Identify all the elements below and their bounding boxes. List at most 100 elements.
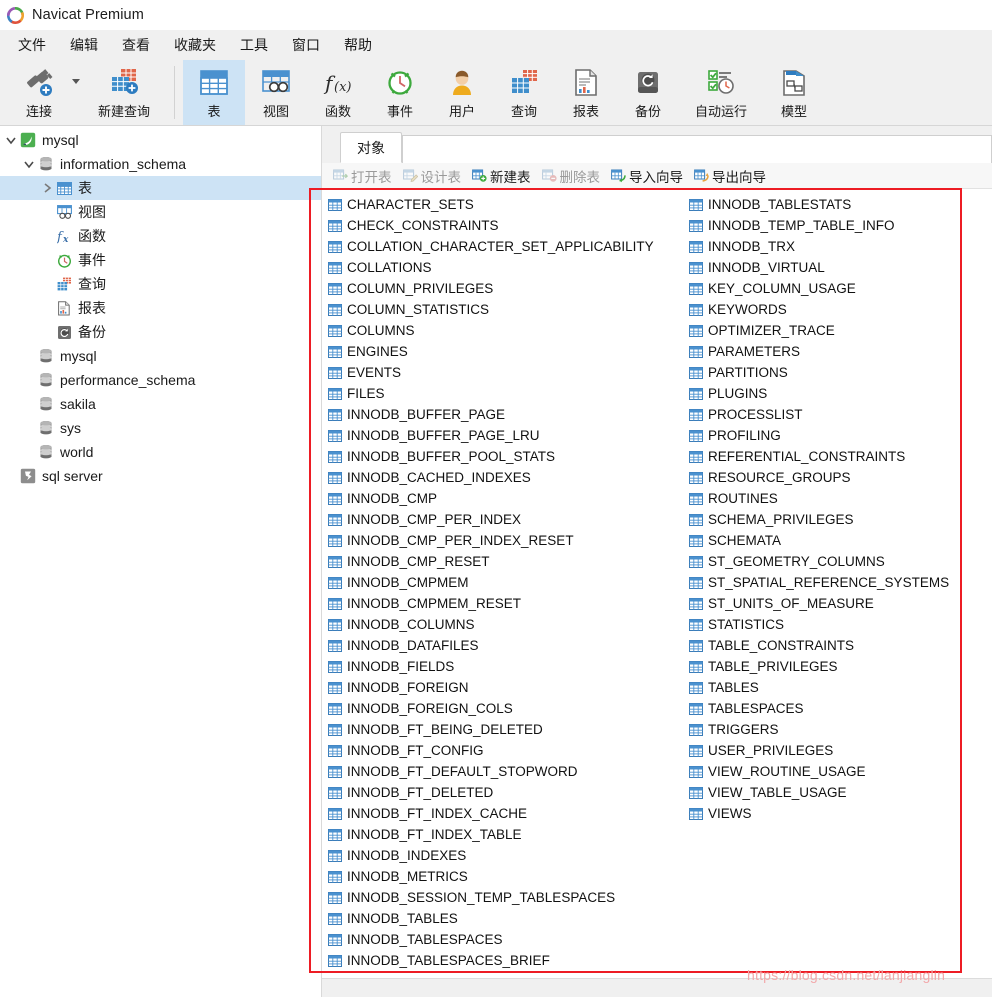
ribbon-button-connection[interactable]: 连接: [8, 60, 70, 125]
table-list-item[interactable]: INNODB_COLUMNS: [328, 614, 689, 635]
table-list-item[interactable]: RESOURCE_GROUPS: [689, 467, 989, 488]
table-list-item[interactable]: INNODB_FT_INDEX_CACHE: [328, 803, 689, 824]
menu-tools[interactable]: 工具: [228, 32, 280, 58]
menu-file[interactable]: 文件: [6, 32, 58, 58]
object-toolbar-new-table[interactable]: 新建表: [469, 165, 536, 187]
table-list-item[interactable]: COLLATIONS: [328, 257, 689, 278]
table-list-item[interactable]: INNODB_METRICS: [328, 866, 689, 887]
table-list-area[interactable]: CHARACTER_SETS CHECK_CONSTRAINTS COLLATION…: [322, 189, 992, 997]
ribbon-button-query[interactable]: 查询: [493, 60, 555, 125]
table-list-item[interactable]: STATISTICS: [689, 614, 989, 635]
table-list-item[interactable]: ST_UNITS_OF_MEASURE: [689, 593, 989, 614]
tree-node-表[interactable]: 表: [0, 176, 321, 200]
table-list-item[interactable]: INNODB_TABLESTATS: [689, 194, 989, 215]
table-list-item[interactable]: INNODB_CMP_PER_INDEX: [328, 509, 689, 530]
table-list-item[interactable]: CHARACTER_SETS: [328, 194, 689, 215]
menu-edit[interactable]: 编辑: [58, 32, 110, 58]
table-list-item[interactable]: COLUMNS: [328, 320, 689, 341]
table-list-item[interactable]: INNODB_FT_DELETED: [328, 782, 689, 803]
table-list-item[interactable]: INNODB_BUFFER_PAGE: [328, 404, 689, 425]
table-list-item[interactable]: VIEW_TABLE_USAGE: [689, 782, 989, 803]
table-list-item[interactable]: COLUMN_PRIVILEGES: [328, 278, 689, 299]
table-list-item[interactable]: REFERENTIAL_CONSTRAINTS: [689, 446, 989, 467]
table-list-item[interactable]: INNODB_TRX: [689, 236, 989, 257]
table-list-item[interactable]: INNODB_CACHED_INDEXES: [328, 467, 689, 488]
table-list-item[interactable]: EVENTS: [328, 362, 689, 383]
table-list-item[interactable]: TABLE_PRIVILEGES: [689, 656, 989, 677]
table-list-item[interactable]: PROFILING: [689, 425, 989, 446]
tree-node-sql-server[interactable]: sql server: [0, 464, 321, 488]
table-list-item[interactable]: INNODB_FT_CONFIG: [328, 740, 689, 761]
tree-node-函数[interactable]: f x 函数: [0, 224, 321, 248]
ribbon-button-view[interactable]: 视图: [245, 60, 307, 125]
menu-favorites[interactable]: 收藏夹: [162, 32, 228, 58]
table-list-item[interactable]: INNODB_TABLESPACES: [328, 929, 689, 950]
table-list-item[interactable]: TRIGGERS: [689, 719, 989, 740]
tree-node-视图[interactable]: 视图: [0, 200, 321, 224]
table-list-item[interactable]: INNODB_FT_BEING_DELETED: [328, 719, 689, 740]
tree-node-查询[interactable]: 查询: [0, 272, 321, 296]
table-list-item[interactable]: INNODB_FT_INDEX_TABLE: [328, 824, 689, 845]
table-list-item[interactable]: INNODB_VIRTUAL: [689, 257, 989, 278]
table-list-item[interactable]: SCHEMA_PRIVILEGES: [689, 509, 989, 530]
table-list-item[interactable]: INNODB_BUFFER_PAGE_LRU: [328, 425, 689, 446]
ribbon-button-new-query[interactable]: 新建查询: [82, 60, 166, 125]
object-toolbar-import-wizard[interactable]: 导入向导: [608, 165, 688, 187]
tree-node-sys[interactable]: sys: [0, 416, 321, 440]
tree-node-mysql[interactable]: mysql: [0, 344, 321, 368]
menu-window[interactable]: 窗口: [280, 32, 332, 58]
table-list-item[interactable]: INNODB_TABLESPACES_BRIEF: [328, 950, 689, 971]
table-list-item[interactable]: INNODB_DATAFILES: [328, 635, 689, 656]
table-list-item[interactable]: INNODB_INDEXES: [328, 845, 689, 866]
table-list-item[interactable]: COLLATION_CHARACTER_SET_APPLICABILITY: [328, 236, 689, 257]
ribbon-button-event[interactable]: 事件: [369, 60, 431, 125]
tree-node-performance_schema[interactable]: performance_schema: [0, 368, 321, 392]
connection-tree-sidebar[interactable]: mysql information_schema 表视图 f x 函数 事件 查询 报表 备份 my…: [0, 126, 322, 997]
ribbon-button-table[interactable]: 表: [183, 60, 245, 125]
table-list-item[interactable]: CHECK_CONSTRAINTS: [328, 215, 689, 236]
chevron-down-icon[interactable]: [21, 159, 37, 169]
table-list-item[interactable]: COLUMN_STATISTICS: [328, 299, 689, 320]
table-list-item[interactable]: INNODB_CMP: [328, 488, 689, 509]
ribbon-button-report[interactable]: 报表: [555, 60, 617, 125]
table-list-item[interactable]: INNODB_SESSION_TEMP_TABLESPACES: [328, 887, 689, 908]
table-list-item[interactable]: VIEW_ROUTINE_USAGE: [689, 761, 989, 782]
table-list-item[interactable]: USER_PRIVILEGES: [689, 740, 989, 761]
menu-help[interactable]: 帮助: [332, 32, 384, 58]
tree-node-报表[interactable]: 报表: [0, 296, 321, 320]
table-list-item[interactable]: VIEWS: [689, 803, 989, 824]
ribbon-button-backup[interactable]: 备份: [617, 60, 679, 125]
table-list-item[interactable]: INNODB_CMPMEM: [328, 572, 689, 593]
tree-node-备份[interactable]: 备份: [0, 320, 321, 344]
tree-node-sakila[interactable]: sakila: [0, 392, 321, 416]
tree-node-事件[interactable]: 事件: [0, 248, 321, 272]
table-list-item[interactable]: INNODB_FIELDS: [328, 656, 689, 677]
table-list-item[interactable]: INNODB_TEMP_TABLE_INFO: [689, 215, 989, 236]
tree-node-mysql[interactable]: mysql: [0, 128, 321, 152]
table-list-item[interactable]: INNODB_FOREIGN: [328, 677, 689, 698]
ribbon-button-automation[interactable]: 自动运行: [679, 60, 763, 125]
table-list-item[interactable]: INNODB_TABLES: [328, 908, 689, 929]
table-list-item[interactable]: INNODB_CMP_RESET: [328, 551, 689, 572]
table-list-item[interactable]: ENGINES: [328, 341, 689, 362]
ribbon-button-model[interactable]: 模型: [763, 60, 825, 125]
table-list-item[interactable]: OPTIMIZER_TRACE: [689, 320, 989, 341]
table-list-item[interactable]: ST_GEOMETRY_COLUMNS: [689, 551, 989, 572]
table-list-item[interactable]: TABLESPACES: [689, 698, 989, 719]
table-list-item[interactable]: FILES: [328, 383, 689, 404]
table-list-item[interactable]: SCHEMATA: [689, 530, 989, 551]
connection-dropdown-icon[interactable]: [70, 60, 82, 125]
ribbon-button-user[interactable]: 用户: [431, 60, 493, 125]
chevron-right-icon[interactable]: [39, 183, 55, 193]
tree-node-information_schema[interactable]: information_schema: [0, 152, 321, 176]
ribbon-button-function[interactable]: f (x) 函数: [307, 60, 369, 125]
menu-view[interactable]: 查看: [110, 32, 162, 58]
tab-objects[interactable]: 对象: [340, 132, 402, 163]
table-list-item[interactable]: KEYWORDS: [689, 299, 989, 320]
table-list-item[interactable]: INNODB_CMPMEM_RESET: [328, 593, 689, 614]
table-list-item[interactable]: PARAMETERS: [689, 341, 989, 362]
table-list-item[interactable]: INNODB_FOREIGN_COLS: [328, 698, 689, 719]
table-list-item[interactable]: KEY_COLUMN_USAGE: [689, 278, 989, 299]
table-list-item[interactable]: INNODB_FT_DEFAULT_STOPWORD: [328, 761, 689, 782]
chevron-down-icon[interactable]: [3, 135, 19, 145]
